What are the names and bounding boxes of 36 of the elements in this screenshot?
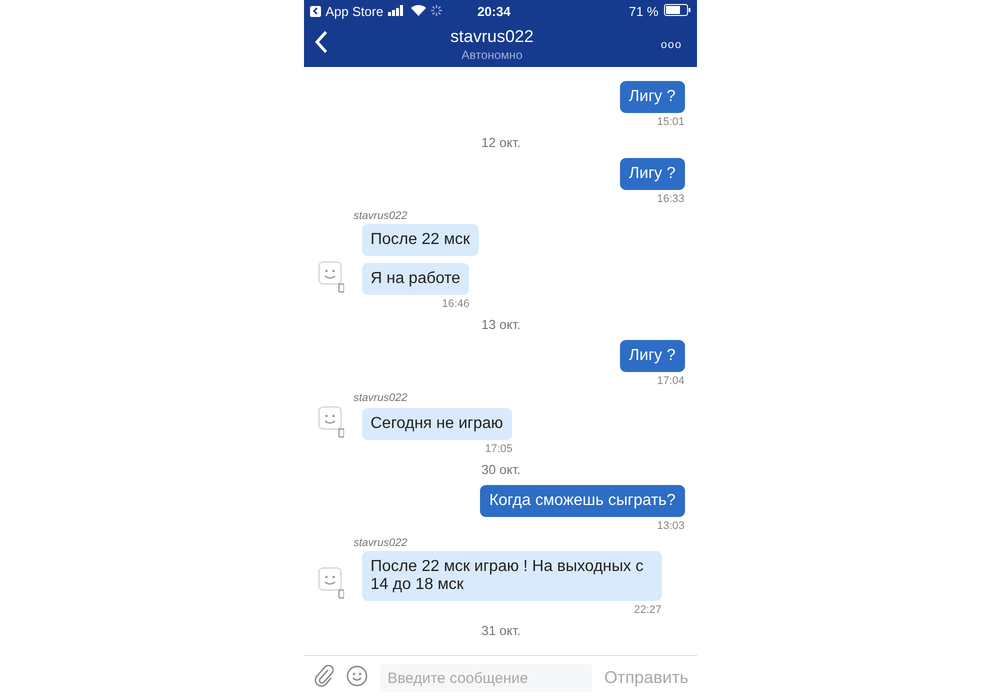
outgoing-message: Лигу ? xyxy=(620,81,684,113)
menu-button[interactable]: ooo xyxy=(656,38,686,50)
incoming-message: После 22 мск играю ! На выходных с 14 до 18 мск xyxy=(362,551,662,601)
wifi-icon xyxy=(411,4,426,18)
incoming-message: Я на работе xyxy=(362,263,470,295)
incoming-message: После 22 мск xyxy=(362,224,479,256)
battery-icon xyxy=(664,4,690,18)
outgoing-message: Когда сможешь сыграть? xyxy=(480,485,684,517)
message-time: 16:46 xyxy=(440,298,470,311)
back-app-icon xyxy=(310,6,320,16)
avatar-icon xyxy=(318,261,344,295)
date-separator: 13 окт. xyxy=(480,317,522,333)
message-time: 17:04 xyxy=(656,375,684,388)
chat-title: stavrus022 xyxy=(450,27,534,47)
avatar-icon xyxy=(318,567,344,601)
message-time: 13:03 xyxy=(656,520,684,533)
spinner-icon xyxy=(431,4,442,18)
status-time: 20:34 xyxy=(477,4,511,18)
sender-name: stavrus022 xyxy=(354,537,408,549)
sender-name: stavrus022 xyxy=(354,210,408,222)
message-time: 16:33 xyxy=(656,193,684,206)
outgoing-message: Лигу ? xyxy=(620,158,684,190)
back-app-label[interactable]: App Store xyxy=(326,4,384,18)
chat-status: Автономно xyxy=(461,48,522,62)
avatar-icon xyxy=(318,406,344,440)
message-time: 22:27 xyxy=(632,604,662,617)
message-time: 15:01 xyxy=(656,116,684,129)
battery-percent: 71 % xyxy=(628,4,658,18)
sender-name: stavrus022 xyxy=(354,392,408,404)
date-separator: 12 окт. xyxy=(480,135,522,151)
message-time: 17:05 xyxy=(484,443,512,456)
date-separator: 31 окт. xyxy=(480,623,522,639)
date-separator: 30 окт. xyxy=(480,462,522,478)
message-input[interactable]: Введите сообщение xyxy=(380,664,592,692)
incoming-message: Сегодня не играю xyxy=(362,408,512,440)
outgoing-message: Лигу ? xyxy=(620,340,684,372)
